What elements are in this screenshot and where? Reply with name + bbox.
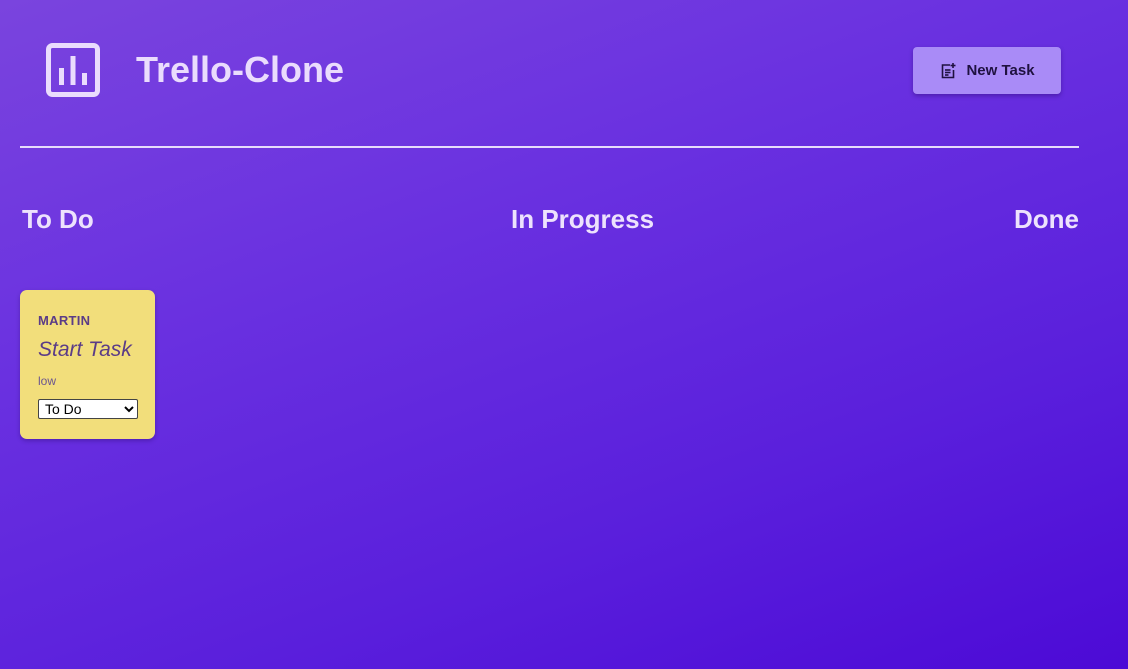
- app-title: Trello-Clone: [136, 49, 345, 90]
- new-task-button-label: New Task: [966, 62, 1035, 79]
- task-assignee: MARTIN: [38, 313, 91, 328]
- new-task-button[interactable]: New Task: [913, 47, 1061, 94]
- task-status-select[interactable]: To Do In Progress Done: [38, 399, 138, 419]
- column-heading-done: Done: [1014, 204, 1079, 234]
- task-title: Start Task: [38, 338, 132, 361]
- header-divider: [20, 146, 1079, 148]
- bar-chart-square-icon: [46, 43, 100, 97]
- note-add-icon: [939, 62, 957, 80]
- column-heading-todo: To Do: [22, 204, 94, 234]
- task-priority: low: [38, 374, 57, 388]
- column-heading-in-progress: In Progress: [511, 204, 655, 234]
- task-card[interactable]: MARTIN Start Task low To Do In Progress …: [20, 290, 155, 439]
